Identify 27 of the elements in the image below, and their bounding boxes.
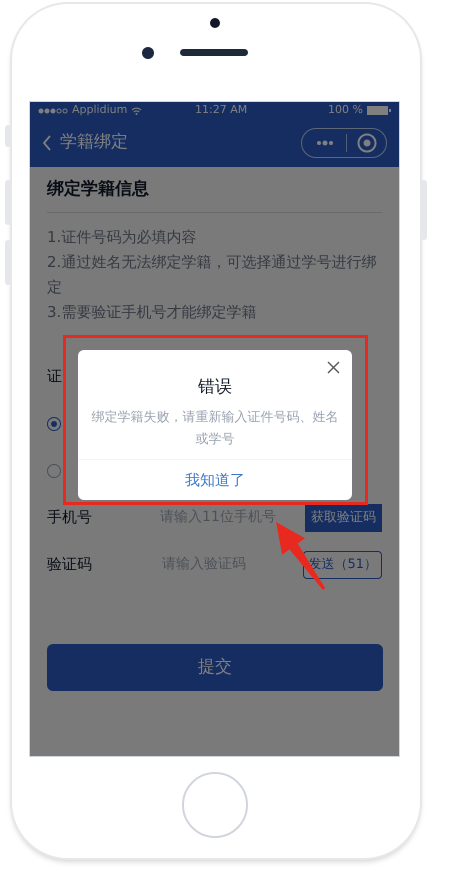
- signal-icon: [38, 108, 68, 114]
- close-icon[interactable]: [327, 361, 340, 374]
- field-label: 手机号: [47, 507, 93, 528]
- more-icon[interactable]: [316, 140, 334, 146]
- radio-button[interactable]: [47, 464, 61, 478]
- capsule-menu[interactable]: [301, 128, 387, 158]
- nav-title: 学籍绑定: [60, 131, 128, 154]
- carrier-name: Applidium: [72, 102, 128, 118]
- back-icon[interactable]: [42, 135, 52, 151]
- field-label: 证: [47, 366, 62, 388]
- radio-button[interactable]: [47, 416, 61, 430]
- note-text: 3.需要验证手机号才能绑定学籍: [47, 302, 258, 323]
- dialog-message: 绑定学籍失败，请重新输入证件号码、姓名或学号: [90, 408, 340, 448]
- submit-button[interactable]: 提交: [47, 644, 383, 691]
- get-code-button[interactable]: 获取验证码: [305, 504, 382, 532]
- target-icon[interactable]: [357, 133, 377, 153]
- battery-percent: 100 %: [328, 102, 363, 118]
- field-label: 验证码: [47, 554, 93, 576]
- speaker-slot: [180, 49, 248, 56]
- note-text: 2.通过姓名无法绑定学籍，可选择通过学号进行绑定: [47, 252, 378, 298]
- dialog-title: 错误: [198, 376, 232, 399]
- confirm-button[interactable]: 我知道了: [78, 460, 352, 500]
- battery-icon: [367, 106, 391, 115]
- section-title: 绑定学籍信息: [47, 167, 382, 213]
- wifi-icon: [131, 106, 142, 114]
- status-time: 11:27 AM: [195, 102, 248, 118]
- note-text: 1.证件号码为必填内容: [47, 227, 198, 248]
